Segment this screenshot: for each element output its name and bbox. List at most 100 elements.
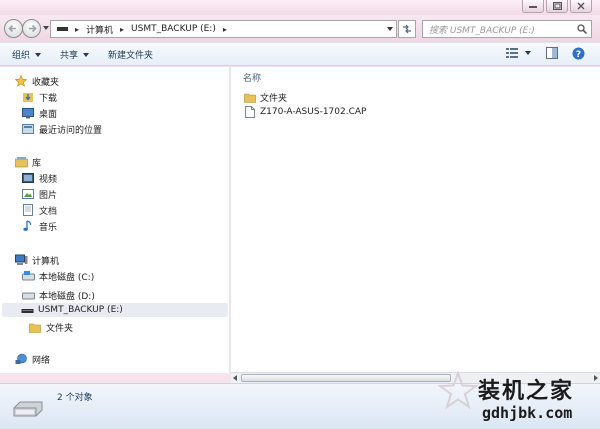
preview-pane-icon	[546, 47, 558, 59]
organize-label: 组织	[12, 51, 31, 61]
breadcrumb-drive-e[interactable]: USMT_BACKUP (E:)	[131, 24, 216, 34]
item-name: 文件夹	[260, 93, 288, 104]
command-bar: 组织 共享 新建文件夹 ?	[0, 42, 600, 66]
sidebar-label: 本地磁盘 (D:)	[39, 291, 95, 302]
network-icon	[14, 352, 28, 366]
window-controls	[522, 0, 592, 13]
item-count: 2 个对象	[57, 393, 93, 403]
forward-arrow-icon	[29, 24, 37, 33]
sidebar-label: 库	[32, 158, 42, 169]
search-input[interactable]: 搜索 USMT_BACKUP (E:)	[429, 23, 535, 36]
share-label: 共享	[60, 51, 79, 61]
sidebar-item-recent-places[interactable]: 最近访问的位置	[21, 122, 102, 136]
view-options-button[interactable]	[506, 47, 531, 59]
search-box[interactable]: 搜索 USMT_BACKUP (E:)	[422, 20, 592, 38]
hard-drive-icon	[21, 288, 35, 302]
column-header-name[interactable]: 名称	[243, 71, 261, 84]
chevron-right-icon[interactable]: ▸	[223, 25, 227, 34]
sidebar-item-downloads[interactable]: 下载	[21, 90, 57, 104]
sidebar-item-desktop[interactable]: 桌面	[21, 106, 57, 120]
watermark-star-icon	[438, 371, 478, 410]
drive-icon	[57, 27, 68, 31]
documents-library-icon	[21, 203, 35, 217]
sidebar-item-folder[interactable]: 文件夹	[28, 320, 73, 334]
computer-icon	[14, 253, 28, 267]
item-name: Z170-A-ASUS-1702.CAP	[260, 107, 367, 117]
new-folder-button[interactable]: 新建文件夹	[108, 48, 153, 61]
title-bar	[0, 0, 600, 15]
sidebar-item-documents[interactable]: 文档	[21, 203, 57, 217]
folder-icon	[28, 320, 42, 334]
minimize-button[interactable]	[522, 0, 544, 13]
refresh-button[interactable]	[398, 20, 416, 38]
navigation-bar: ▸ 计算机 ▸ USMT_BACKUP (E:) ▸ 搜索 USMT_BACKU…	[0, 15, 600, 42]
preview-pane-button[interactable]	[546, 47, 558, 59]
libraries-icon	[14, 155, 28, 169]
sidebar-item-drive-e[interactable]: USMT_BACKUP (E:)	[2, 303, 228, 317]
sidebar-label: 收藏夹	[32, 77, 60, 88]
sidebar-item-drive-d[interactable]: 本地磁盘 (D:)	[21, 288, 95, 302]
sidebar-label: 文件夹	[46, 323, 74, 334]
help-icon: ?	[572, 47, 585, 60]
list-item[interactable]: Z170-A-ASUS-1702.CAP	[243, 105, 366, 119]
sidebar-label: 桌面	[39, 109, 58, 120]
file-list: 名称 文件夹 Z170-A-ASUS-1702.CAP	[231, 67, 600, 373]
search-icon[interactable]	[577, 24, 587, 34]
share-button[interactable]: 共享	[60, 48, 90, 61]
sidebar-label: 视频	[39, 174, 58, 185]
sidebar-item-pictures[interactable]: 图片	[21, 187, 57, 201]
forward-button[interactable]	[22, 19, 41, 38]
pictures-library-icon	[21, 187, 35, 201]
chevron-down-icon	[83, 52, 90, 57]
sidebar-item-libraries[interactable]: 库	[14, 155, 41, 169]
removable-drive-icon	[20, 303, 34, 317]
chevron-right-icon: ▸	[75, 24, 80, 34]
sidebar-item-videos[interactable]: 视频	[21, 171, 57, 185]
view-list-icon	[506, 48, 518, 58]
close-icon	[577, 2, 585, 10]
scroll-right-icon[interactable]	[594, 375, 598, 381]
sidebar-label: 文档	[39, 206, 58, 217]
minimize-icon	[529, 5, 537, 8]
sidebar-item-computer[interactable]: 计算机	[14, 253, 59, 267]
watermark-title: 装机之家	[478, 379, 575, 404]
sidebar-item-favorites[interactable]: 收藏夹	[14, 74, 59, 88]
help-button[interactable]: ?	[572, 47, 585, 60]
sidebar-label: 最近访问的位置	[39, 125, 103, 136]
back-arrow-icon	[8, 24, 16, 33]
chevron-down-icon	[525, 51, 531, 55]
hard-drive-icon	[21, 269, 35, 283]
desktop-icon	[21, 106, 35, 120]
folder-icon	[243, 90, 257, 104]
sidebar-item-music[interactable]: 音乐	[21, 219, 57, 233]
video-library-icon	[21, 171, 35, 185]
address-bar[interactable]: ▸ 计算机 ▸ USMT_BACKUP (E:) ▸	[50, 20, 397, 38]
list-item[interactable]: 文件夹	[243, 90, 287, 104]
organize-button[interactable]: 组织	[12, 48, 42, 61]
breadcrumb-computer[interactable]: 计算机	[86, 23, 113, 36]
maximize-button[interactable]	[546, 0, 568, 13]
scroll-left-icon[interactable]	[233, 375, 237, 381]
sidebar-label: USMT_BACKUP (E:)	[38, 305, 123, 315]
history-dropdown-icon[interactable]	[43, 26, 49, 30]
sidebar-label: 音乐	[39, 222, 58, 233]
chevron-down-icon	[35, 52, 42, 57]
chevron-right-icon[interactable]: ▸	[120, 25, 124, 34]
address-dropdown-icon[interactable]	[387, 27, 393, 31]
sidebar-item-drive-c[interactable]: 本地磁盘 (C:)	[21, 269, 94, 283]
sidebar-item-network[interactable]: 网络	[14, 352, 50, 366]
sidebar-label: 网络	[32, 355, 51, 366]
scrollbar-thumb[interactable]	[241, 374, 451, 382]
music-note-icon	[21, 219, 35, 233]
watermark-url: gdhjbk.com	[482, 404, 573, 422]
recent-places-icon	[21, 122, 35, 136]
maximize-icon	[552, 2, 562, 10]
sidebar-label: 本地磁盘 (C:)	[39, 272, 95, 283]
file-icon	[243, 105, 257, 119]
back-button[interactable]	[4, 19, 23, 38]
new-folder-label: 新建文件夹	[108, 51, 154, 61]
sidebar-label: 下载	[39, 93, 58, 104]
close-button[interactable]	[570, 0, 592, 13]
downloads-folder-icon	[21, 90, 35, 104]
refresh-icon	[403, 24, 411, 34]
